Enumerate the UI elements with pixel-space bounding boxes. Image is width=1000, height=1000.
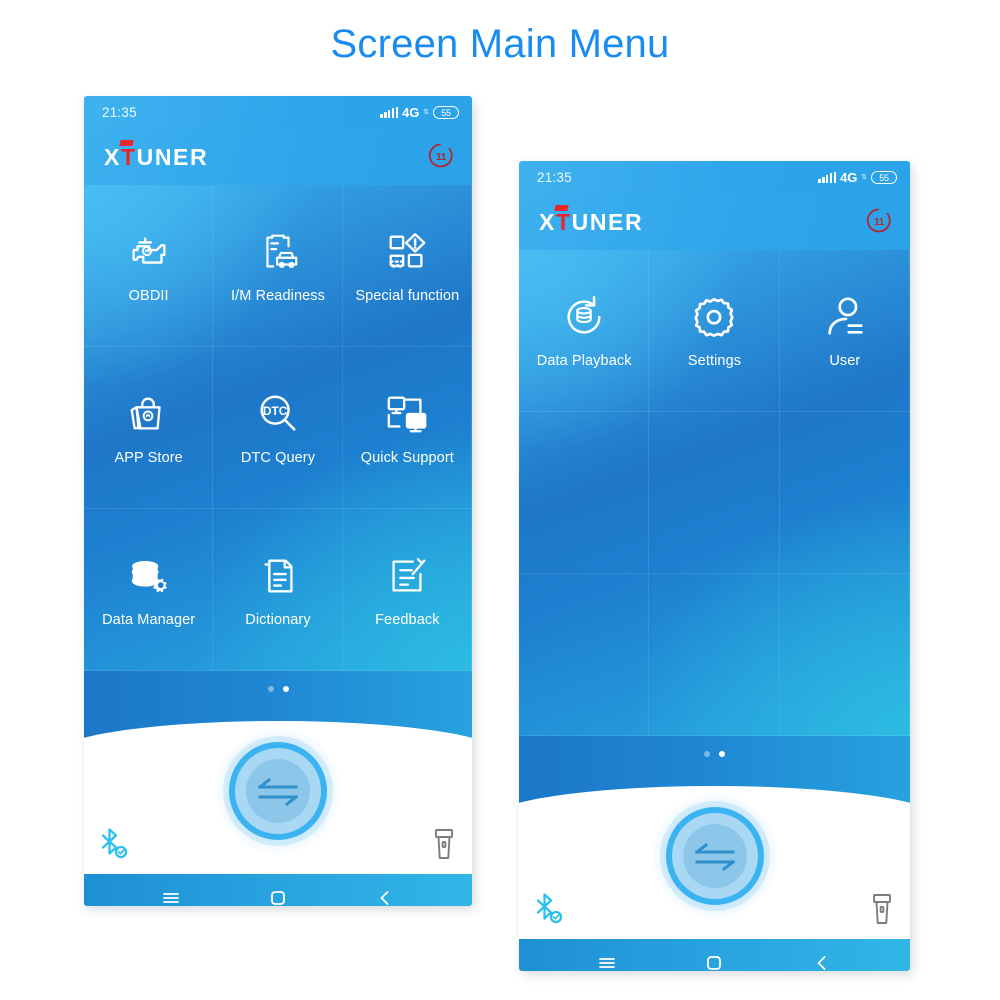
user-icon [822,294,868,340]
dtc-magnifier-icon: DTC [255,391,301,437]
menu-item-label: Data Playback [536,352,632,369]
document-icon [255,553,301,599]
menu-icon[interactable] [154,881,188,906]
network-label: 4G [402,105,420,120]
back-chevron-icon[interactable] [805,946,839,971]
menu-grid: Data Playback Settings User [519,250,910,736]
menu-item-empty [780,574,910,736]
menu-item-app-store[interactable]: APP Store [84,347,213,509]
phone-screen-2: 21:35 4G ⇅ 55 XTUNER 11 Data Playback Se… [519,161,910,971]
menu-item-user[interactable]: User [780,250,910,412]
brand-suffix: UNER [571,208,644,235]
menu-item-data-playback[interactable]: Data Playback [519,250,649,412]
xtuner-logo: XTUNER [539,209,643,236]
menu-item-dictionary[interactable]: Dictionary [213,509,342,671]
page-dot-active[interactable] [282,686,289,692]
status-bar: 21:35 4G ⇅ 55 [84,96,472,129]
menu-item-feedback[interactable]: Feedback [343,509,472,671]
gear-icon [691,294,737,340]
brand-suffix: UNER [136,143,209,170]
app-header: XTUNER 11 [519,194,910,250]
home-square-icon[interactable] [697,946,731,971]
connect-panel [519,772,910,939]
signal-bars-icon [818,172,837,183]
menu-grid-wrapper: OBDII I/M Readiness Special function APP… [84,185,472,671]
menu-item-empty [519,412,649,574]
back-chevron-icon[interactable] [368,881,402,906]
remote-monitors-icon [384,391,430,437]
menu-item-special-function[interactable]: Special function [343,185,472,347]
brand-prefix: X [539,208,556,235]
status-bar: 21:35 4G ⇅ 55 [519,161,910,194]
battery-icon: 55 [433,106,459,119]
special-function-icon [384,229,430,275]
menu-item-label: Dictionary [245,611,311,628]
menu-grid-wrapper: Data Playback Settings User [519,250,910,736]
data-transfer-arrows-icon: ⇅ [423,109,429,116]
flashlight-icon[interactable] [433,828,455,860]
home-square-icon[interactable] [261,881,295,906]
menu-icon[interactable] [590,946,624,971]
countdown-ring-icon[interactable]: 11 [864,207,894,237]
menu-item-obdii[interactable]: OBDII [84,185,213,347]
menu-item-empty [519,574,649,736]
bluetooth-connected-icon[interactable] [98,826,130,860]
menu-item-dtc-query[interactable]: DTC DTC Query [213,347,342,509]
edit-pencil-icon [384,553,430,599]
menu-item-label: Feedback [375,611,440,628]
app-header: XTUNER 11 [84,129,472,185]
page-indicator [519,736,910,772]
countdown-ring-icon[interactable]: 11 [426,142,456,172]
menu-item-label: OBDII [128,287,169,304]
android-nav-bar [519,939,910,971]
page-dot[interactable] [267,686,274,692]
menu-item-data-manager[interactable]: Data Manager [84,509,213,671]
menu-item-label: I/M Readiness [231,287,325,304]
phone-mockup-left: 21:35 4G ⇅ 55 XTUNER 11 OBDII I/M Readin… [84,96,472,906]
status-clock: 21:35 [537,170,572,185]
shopping-bag-icon [126,391,172,437]
page-dot[interactable] [704,751,710,757]
menu-item-label: DTC Query [240,449,316,466]
battery-icon: 55 [871,171,897,184]
brand-prefix: X [104,143,121,170]
screenshot-root: Screen Main Menu 21:35 4G ⇅ 55 XTUNER 11 [0,0,1000,1000]
menu-item-label: APP Store [114,449,183,466]
phone-screen-1: 21:35 4G ⇅ 55 XTUNER 11 OBDII I/M Readin… [84,96,472,906]
menu-item-label: Quick Support [360,449,454,466]
signal-bars-icon [380,107,399,118]
menu-item-quick-support[interactable]: Quick Support [343,347,472,509]
status-clock: 21:35 [102,105,137,120]
menu-item-label: Settings [687,352,742,369]
engine-icon [126,229,172,275]
clipboard-car-icon [255,229,301,275]
android-nav-bar [84,874,472,906]
menu-item-settings[interactable]: Settings [649,250,779,412]
menu-item-empty [649,412,779,574]
phone-mockup-right: 21:35 4G ⇅ 55 XTUNER 11 Data Playback Se… [519,161,910,971]
brand-accent: T [555,208,572,235]
connect-button[interactable] [216,729,340,853]
data-transfer-arrows-icon: ⇅ [861,174,867,181]
menu-item-label: User [829,352,861,369]
database-replay-icon [561,294,607,340]
database-gear-icon [126,553,172,599]
menu-item-label: Special function [355,287,460,304]
page-dot-active[interactable] [719,751,725,757]
flashlight-icon[interactable] [871,893,893,925]
connect-button[interactable] [652,794,777,918]
svg-text:DTC: DTC [263,403,288,417]
menu-item-empty [649,574,779,736]
menu-item-im-readiness[interactable]: I/M Readiness [213,185,342,347]
brand-accent: T [120,143,137,170]
menu-item-label: Data Manager [102,611,196,628]
page-title: Screen Main Menu [330,22,670,66]
page-indicator [84,671,472,707]
menu-grid: OBDII I/M Readiness Special function APP… [84,185,472,671]
menu-item-empty [780,412,910,574]
network-label: 4G [840,170,858,185]
connect-panel [84,707,472,874]
bluetooth-connected-icon[interactable] [533,891,565,925]
xtuner-logo: XTUNER [104,144,208,171]
